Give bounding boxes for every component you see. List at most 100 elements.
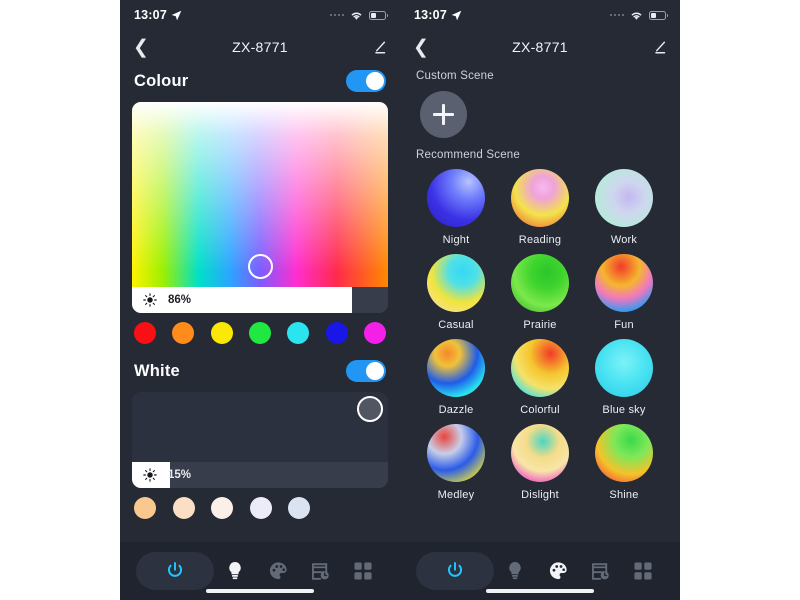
nav-bar: ❮ ZX-8771 <box>120 30 400 64</box>
swatch-warm-2[interactable] <box>172 497 195 519</box>
swatch-yellow[interactable] <box>210 322 233 344</box>
tab-more[interactable] <box>622 561 665 581</box>
scene-name: Night <box>442 234 470 246</box>
scene-orb <box>595 424 653 482</box>
scene-orb <box>595 254 653 312</box>
scene-name: Dislight <box>521 489 559 501</box>
white-brightness-slider[interactable]: 15% <box>132 462 388 488</box>
tab-power[interactable] <box>416 552 494 590</box>
palette-icon <box>547 560 569 582</box>
swatch-orange[interactable] <box>172 322 195 344</box>
scene-fun[interactable]: Fun <box>582 254 666 331</box>
colour-swatch-row <box>120 313 400 344</box>
swatch-cool-1[interactable] <box>249 497 272 519</box>
scene-orb <box>511 169 569 227</box>
white-brightness-content: 15% <box>132 468 191 482</box>
grid-icon <box>353 561 373 581</box>
scene-shine[interactable]: Shine <box>582 424 666 501</box>
swatch-red[interactable] <box>134 322 156 344</box>
scene-medley[interactable]: Medley <box>414 424 498 501</box>
scene-name: Shine <box>609 489 639 501</box>
tab-schedule[interactable] <box>299 561 342 582</box>
status-time-group: 13:07 <box>414 8 462 22</box>
scene-orb <box>427 169 485 227</box>
schedule-icon <box>590 561 611 582</box>
swatch-magenta[interactable] <box>363 322 386 344</box>
tab-light[interactable] <box>494 560 537 582</box>
swatch-cyan[interactable] <box>287 322 310 344</box>
scene-colorful[interactable]: Colorful <box>498 339 582 416</box>
scene-name: Blue sky <box>602 404 646 416</box>
swatch-cool-2[interactable] <box>288 497 310 519</box>
white-picker-handle[interactable] <box>357 396 384 422</box>
scene-work[interactable]: Work <box>582 169 666 246</box>
colour-picker-handle[interactable] <box>247 254 273 280</box>
colour-toggle[interactable] <box>346 70 386 92</box>
swatch-neutral[interactable] <box>211 497 233 519</box>
white-title: White <box>134 361 180 380</box>
status-indicators <box>609 10 668 21</box>
status-bar: 13:07 <box>400 0 680 30</box>
location-arrow-icon <box>451 10 462 20</box>
tab-more[interactable] <box>342 561 385 581</box>
tab-power[interactable] <box>136 552 214 590</box>
bulb-icon <box>505 560 525 582</box>
scene-name: Colorful <box>520 404 560 416</box>
tab-scene[interactable] <box>257 560 300 582</box>
status-time: 13:07 <box>134 8 167 22</box>
status-time: 13:07 <box>414 8 447 22</box>
battery-icon <box>649 10 668 20</box>
colour-picker-card: 86% <box>132 102 388 313</box>
colour-section-header: Colour <box>120 64 400 98</box>
colour-title: Colour <box>134 71 189 90</box>
scene-blue-sky[interactable]: Blue sky <box>582 339 666 416</box>
tab-light[interactable] <box>214 560 257 582</box>
brightness-sun-icon <box>143 468 157 482</box>
white-brightness-value: 15% <box>168 469 192 481</box>
location-arrow-icon <box>171 10 182 20</box>
brightness-sun-icon <box>143 293 157 307</box>
plus-icon <box>433 104 454 125</box>
power-icon <box>444 560 466 582</box>
home-indicator <box>486 589 594 593</box>
grid-icon <box>633 561 653 581</box>
swatch-warm-1[interactable] <box>134 497 156 519</box>
swatch-green[interactable] <box>248 322 271 344</box>
scene-casual[interactable]: Casual <box>414 254 498 331</box>
schedule-icon <box>310 561 331 582</box>
scene-dislight[interactable]: Dislight <box>498 424 582 501</box>
battery-icon <box>369 10 388 20</box>
scene-orb <box>427 254 485 312</box>
scene-prairie[interactable]: Prairie <box>498 254 582 331</box>
wifi-icon <box>351 12 362 20</box>
status-time-group: 13:07 <box>134 8 182 22</box>
colour-brightness-slider[interactable]: 86% <box>132 287 388 313</box>
page-title: ZX-8771 <box>232 39 288 55</box>
white-gradient-field[interactable] <box>132 392 388 462</box>
home-indicator <box>206 589 314 593</box>
scene-orb <box>511 424 569 482</box>
scene-name: Dazzle <box>438 404 474 416</box>
scene-reading[interactable]: Reading <box>498 169 582 246</box>
scene-dazzle[interactable]: Dazzle <box>414 339 498 416</box>
screenshot-stage: 13:07 ❮ ZX-8771 Colour 86% White 15% 13:… <box>0 0 800 600</box>
power-icon <box>164 560 186 582</box>
colour-brightness-content: 86% <box>132 293 191 307</box>
nav-bar: ❮ ZX-8771 <box>400 30 680 64</box>
scene-night[interactable]: Night <box>414 169 498 246</box>
white-section-header: White <box>120 354 400 388</box>
scene-name: Casual <box>438 319 474 331</box>
tab-schedule[interactable] <box>579 561 622 582</box>
white-swatch-row <box>120 488 400 519</box>
white-toggle[interactable] <box>346 360 386 382</box>
colour-gradient-field[interactable] <box>132 102 388 287</box>
scene-orb <box>595 339 653 397</box>
scene-grid: Night Reading Work Casual Prairie Fun Dazzle Co… <box>400 161 680 501</box>
scene-orb <box>595 169 653 227</box>
palette-icon <box>267 560 289 582</box>
add-custom-scene-button[interactable] <box>420 91 467 138</box>
scene-orb <box>427 424 485 482</box>
swatch-blue[interactable] <box>325 322 348 344</box>
tab-scene[interactable] <box>537 560 580 582</box>
custom-scene-label: Custom Scene <box>416 70 494 82</box>
